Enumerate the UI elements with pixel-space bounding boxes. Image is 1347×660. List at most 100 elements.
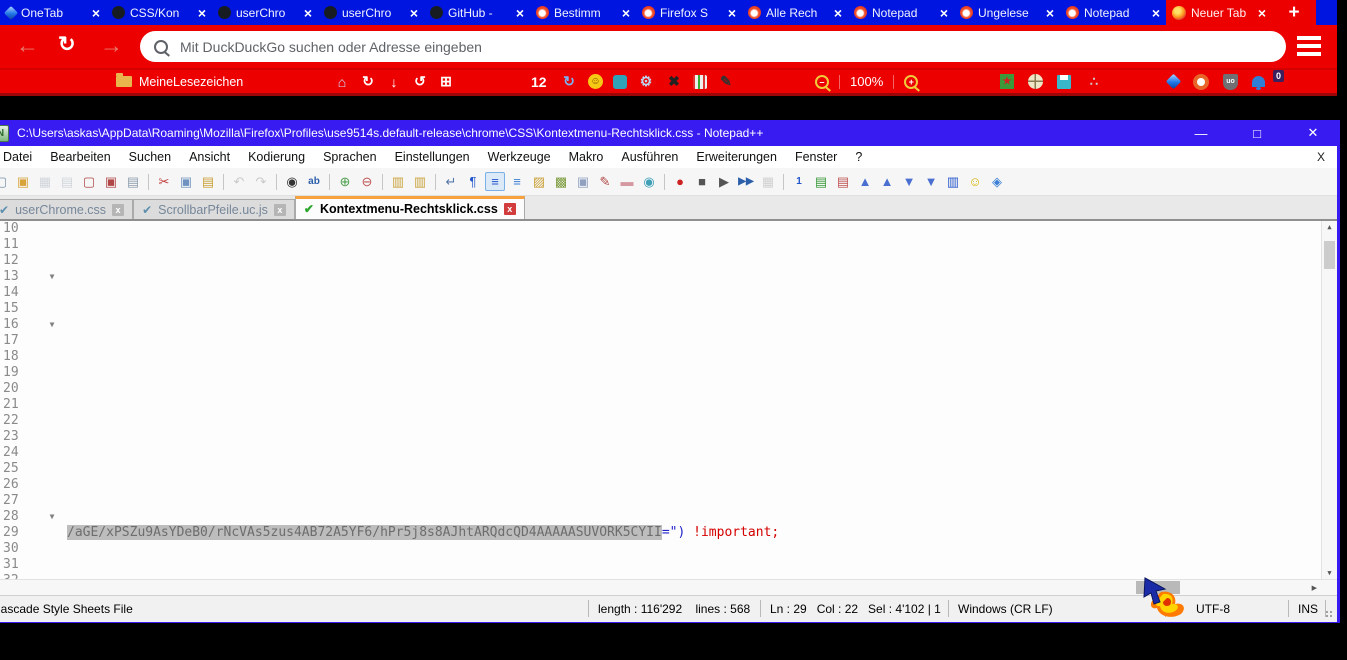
close-all-documents-icon[interactable]: ▣: [101, 172, 121, 191]
tab-close-icon[interactable]: ×: [1258, 6, 1266, 20]
download-icon[interactable]: ↓: [385, 73, 403, 91]
replace-icon[interactable]: ab: [304, 172, 324, 191]
bookmark-jump-icon[interactable]: 1: [789, 172, 809, 191]
open-file-icon[interactable]: ▣: [13, 172, 33, 191]
menu-item[interactable]: Ausführen: [612, 150, 687, 164]
save-macro-icon[interactable]: ▦: [758, 172, 778, 191]
bookmarks-manager-icon[interactable]: ★: [1000, 74, 1014, 89]
sync-vertical-icon[interactable]: ▥: [388, 172, 408, 191]
reload-icon[interactable]: ↻: [58, 32, 76, 57]
print-icon[interactable]: ▤: [123, 172, 143, 191]
fold-arrow-icon[interactable]: ▼: [37, 317, 67, 333]
unfold-all-icon[interactable]: ▼: [921, 172, 941, 191]
developer-tools-icon[interactable]: ✖: [665, 73, 683, 91]
browser-tab[interactable]: Ungelese×: [954, 0, 1060, 25]
zoom-out-icon[interactable]: ⊖: [357, 172, 377, 191]
menu-item[interactable]: Erweiterungen: [687, 150, 786, 164]
close-button[interactable]: ✕: [1289, 125, 1337, 141]
folder-as-workspace-icon[interactable]: ▬: [617, 172, 637, 191]
browser-tab[interactable]: Alle Rech×: [742, 0, 848, 25]
menu-item[interactable]: Ansicht: [180, 150, 239, 164]
maximize-button[interactable]: □: [1233, 126, 1281, 141]
forward-icon[interactable]: →: [100, 32, 123, 59]
find-icon[interactable]: ◉: [282, 172, 302, 191]
zoom-level[interactable]: 100%: [850, 74, 883, 89]
onetab-gem-icon[interactable]: [1166, 74, 1182, 90]
document-tab[interactable]: ✔Kontextmenu-Rechtsklick.cssx: [295, 196, 525, 219]
emoji-icon[interactable]: ☺: [588, 74, 603, 89]
fold-arrow-icon[interactable]: ▼: [37, 269, 67, 285]
tab-close-icon[interactable]: ×: [834, 6, 842, 20]
fold-arrow-icon[interactable]: ▼: [37, 509, 67, 525]
tab-close-icon[interactable]: ×: [940, 6, 948, 20]
browser-tab[interactable]: userChro×: [212, 0, 318, 25]
cut-icon[interactable]: ✂: [154, 172, 174, 191]
bookmark-toggle-icon[interactable]: ▤: [811, 172, 831, 191]
vertical-edge-icon[interactable]: ▥: [943, 172, 963, 191]
save-icon[interactable]: ▦: [35, 172, 55, 191]
back-icon[interactable]: ←: [16, 32, 39, 59]
function-list-icon[interactable]: ≡: [507, 172, 527, 191]
menu-item[interactable]: ?: [846, 150, 871, 164]
save-all-icon[interactable]: ▤: [57, 172, 77, 191]
new-tab-button[interactable]: +: [1272, 0, 1316, 25]
close-document-icon[interactable]: ▢: [79, 172, 99, 191]
sync-icon[interactable]: ↻: [560, 73, 578, 91]
tab-close-icon[interactable]: ×: [198, 6, 206, 20]
fold-all-icon[interactable]: ▲: [855, 172, 875, 191]
show-all-characters-icon[interactable]: ¶: [463, 172, 483, 191]
bookmark-folder[interactable]: MeineLesezeichen: [116, 70, 243, 93]
edit-with-pen-icon[interactable]: ✎: [595, 172, 615, 191]
menu-item[interactable]: Sprachen: [314, 150, 386, 164]
tab-close-icon[interactable]: ×: [92, 6, 100, 20]
notes-icon[interactable]: ✎: [717, 73, 735, 91]
editor[interactable]: 10111213▼141516▼171819202122232425262728…: [0, 221, 1337, 579]
tab-close-icon[interactable]: ×: [622, 6, 630, 20]
scroll-down-icon[interactable]: ▼: [1322, 569, 1337, 577]
document-close-icon[interactable]: x: [504, 203, 516, 215]
document-close-icon[interactable]: x: [112, 204, 124, 216]
menu-close-button[interactable]: X: [1317, 150, 1325, 164]
notifications-bell-icon[interactable]: [1252, 76, 1265, 87]
menu-item[interactable]: Suchen: [120, 150, 180, 164]
zoom-out-icon[interactable]: –: [815, 75, 829, 89]
minimize-button[interactable]: —: [1177, 126, 1225, 141]
undo-icon[interactable]: ↶: [229, 172, 249, 191]
tab-close-icon[interactable]: ×: [1046, 6, 1054, 20]
extensions-puzzle-icon[interactable]: [613, 75, 627, 89]
tab-close-icon[interactable]: ×: [728, 6, 736, 20]
horizontal-scrollbar[interactable]: ▶: [0, 579, 1337, 595]
bookmark-clear-icon[interactable]: ▤: [833, 172, 853, 191]
menu-item[interactable]: Werkzeuge: [479, 150, 560, 164]
save-page-icon[interactable]: [1057, 75, 1071, 89]
scroll-up-icon[interactable]: ▲: [1322, 223, 1337, 231]
redo-icon[interactable]: ↷: [251, 172, 271, 191]
bookmark-next-icon[interactable]: ▼: [899, 172, 919, 191]
browser-tab[interactable]: Neuer Tab×: [1166, 0, 1272, 25]
zoom-in-icon[interactable]: ⊕: [335, 172, 355, 191]
browser-tab[interactable]: Notepad×: [848, 0, 954, 25]
browser-tab[interactable]: Firefox S×: [636, 0, 742, 25]
sync-horizontal-icon[interactable]: ▥: [410, 172, 430, 191]
menu-item[interactable]: Makro: [560, 150, 613, 164]
tab-close-icon[interactable]: ×: [1152, 6, 1160, 20]
home-icon[interactable]: ⌂: [333, 73, 351, 91]
notepadpp-title-bar[interactable]: N C:\Users\askas\AppData\Roaming\Mozilla…: [0, 120, 1337, 146]
record-macro-icon[interactable]: ●: [670, 172, 690, 191]
monitoring-eye-icon[interactable]: ◉: [639, 172, 659, 191]
container-tabs-icon[interactable]: [693, 75, 707, 89]
scroll-right-icon[interactable]: ▶: [1312, 584, 1317, 592]
cookies-molecule-icon[interactable]: ∴: [1085, 73, 1103, 91]
browser-tab[interactable]: OneTab×: [0, 0, 106, 25]
menu-item[interactable]: Datei: [0, 150, 41, 164]
url-bar[interactable]: [140, 31, 1286, 62]
menu-item[interactable]: Einstellungen: [386, 150, 479, 164]
smiley-icon[interactable]: ☺: [965, 172, 985, 191]
document-tab[interactable]: ✔userChrome.cssx: [0, 199, 133, 219]
document-preview-icon[interactable]: ◈: [987, 172, 1007, 191]
tab-close-icon[interactable]: ×: [304, 6, 312, 20]
document-close-icon[interactable]: x: [274, 204, 286, 216]
play-macro-icon[interactable]: ▶: [714, 172, 734, 191]
document-tab[interactable]: ✔ScrollbarPfeile.uc.jsx: [133, 199, 295, 219]
status-typing-mode[interactable]: INS: [1298, 602, 1318, 616]
